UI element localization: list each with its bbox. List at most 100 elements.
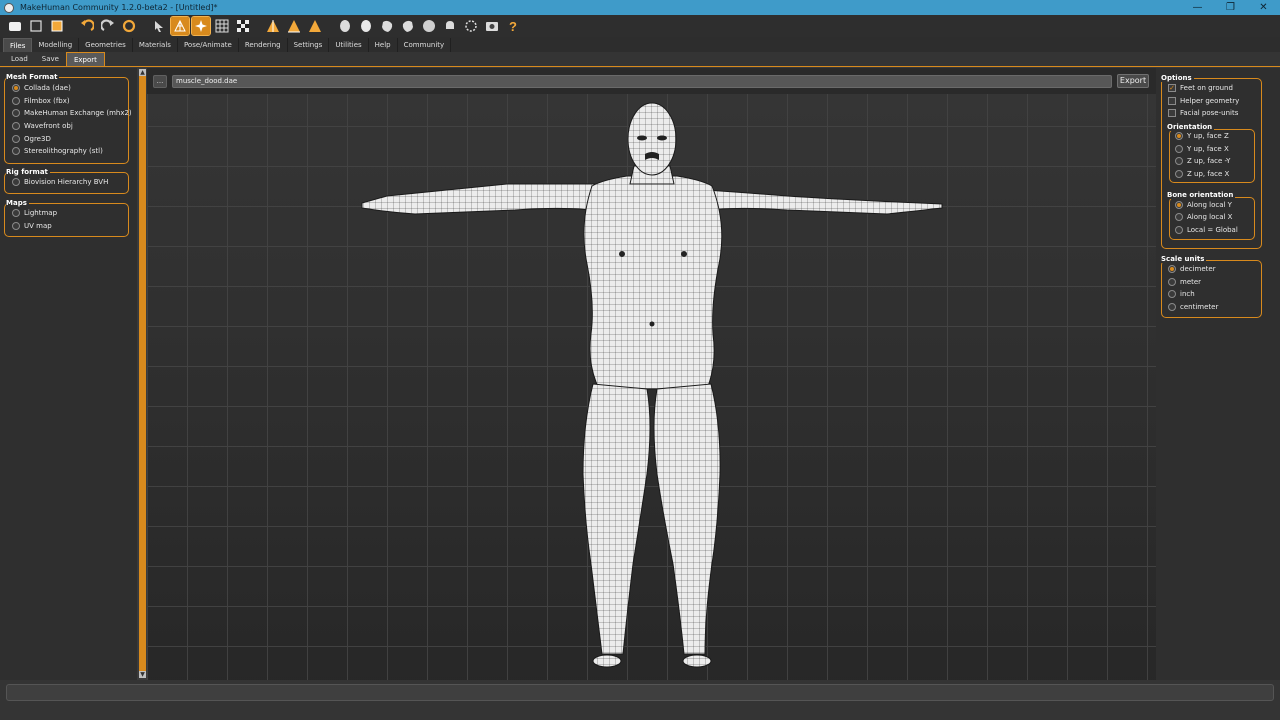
focus-camera-icon[interactable] [462,17,480,35]
radio-indicator[interactable] [1175,157,1183,165]
tab-modelling[interactable]: Modelling [32,38,80,52]
undo-icon[interactable] [78,17,96,35]
checkbox-facial-pose-units[interactable]: Facial pose-units [1168,109,1238,117]
side-view-icon[interactable] [285,17,303,35]
radio-indicator[interactable] [12,135,20,143]
front-view-icon[interactable] [264,17,282,35]
main-toolbar: ? [0,15,1280,37]
3d-viewport[interactable] [147,94,1156,680]
reset-camera-icon[interactable] [441,17,459,35]
head-top-icon[interactable] [420,17,438,35]
radio-stl[interactable]: Stereolithography (stl) [12,147,103,155]
head-left-icon[interactable] [378,17,396,35]
radio-indicator[interactable] [1175,145,1183,153]
wireframe-icon[interactable] [170,16,190,36]
radio-centimeter[interactable]: centimeter [1168,303,1218,311]
radio-bvh[interactable]: Biovision Hierarchy BVH [12,178,108,186]
radio-indicator[interactable] [12,147,20,155]
screenshot-icon[interactable] [483,17,501,35]
maximize-button[interactable]: ❐ [1214,0,1247,15]
radio-indicator[interactable] [1168,278,1176,286]
head-front-icon[interactable] [336,17,354,35]
scroll-down-arrow-icon[interactable]: ▼ [139,671,146,678]
checkbox-indicator[interactable] [1168,109,1176,117]
radio-indicator[interactable] [12,109,20,117]
grid-icon[interactable] [213,17,231,35]
radio-wavefront[interactable]: Wavefront obj [12,122,73,130]
radio-uv-map[interactable]: UV map [12,222,52,230]
radio-indicator[interactable] [1168,265,1176,273]
option-label: Ogre3D [24,135,51,143]
redo-icon[interactable] [99,17,117,35]
mesh-format-title: Mesh Format [6,73,60,81]
filename-input[interactable]: muscle_dood.dae [172,75,1112,88]
radio-indicator[interactable] [12,97,20,105]
radio-z-up-face-neg-y[interactable]: Z up, face -Y [1175,157,1230,165]
tab-settings[interactable]: Settings [288,38,330,52]
option-label: centimeter [1180,303,1219,311]
checker-icon[interactable] [234,17,252,35]
radio-collada[interactable]: Collada (dae) [12,84,71,92]
top-view-icon[interactable] [306,17,324,35]
head-back-icon[interactable] [357,17,375,35]
minimize-button[interactable]: — [1181,0,1214,15]
radio-y-up-face-z[interactable]: Y up, face Z [1175,132,1229,140]
export-button[interactable]: Export [1117,74,1149,88]
radio-mhx2[interactable]: MakeHuman Exchange (mhx2) [12,109,132,117]
head-right-icon[interactable] [399,17,417,35]
radio-inch[interactable]: inch [1168,290,1195,298]
new-file-icon[interactable] [27,17,45,35]
subtab-load[interactable]: Load [4,52,35,66]
radio-indicator[interactable] [1175,132,1183,140]
checkbox-feet-on-ground[interactable]: ✓ Feet on ground [1168,84,1233,92]
pose-cursor-icon[interactable] [150,17,168,35]
radio-indicator[interactable] [12,178,20,186]
export-file-bar: ... muscle_dood.dae Export [147,68,1156,94]
export-file-icon[interactable] [48,17,66,35]
radio-indicator[interactable] [1168,290,1176,298]
radio-indicator[interactable] [12,122,20,130]
save-file-icon[interactable] [6,17,24,35]
radio-decimeter[interactable]: decimeter [1168,265,1216,273]
checkmark-icon[interactable]: ✓ [1168,84,1176,92]
tab-materials[interactable]: Materials [133,38,178,52]
radio-y-up-face-x[interactable]: Y up, face X [1175,145,1229,153]
tab-pose-animate[interactable]: Pose/Animate [178,38,239,52]
smooth-icon[interactable] [191,16,211,36]
radio-indicator[interactable] [12,209,20,217]
tab-rendering[interactable]: Rendering [239,38,288,52]
radio-indicator[interactable] [1175,226,1183,234]
option-label: Y up, face X [1187,145,1229,153]
radio-filmbox[interactable]: Filmbox (fbx) [12,97,70,105]
browse-button[interactable]: ... [153,75,167,88]
subtab-save[interactable]: Save [35,52,66,66]
radio-indicator[interactable] [1175,213,1183,221]
tab-help[interactable]: Help [369,38,398,52]
checkbox-helper-geometry[interactable]: Helper geometry [1168,97,1239,105]
title-bar: MakeHuman Community 1.2.0-beta2 - [Untit… [0,0,1280,15]
help-icon[interactable]: ? [504,17,522,35]
radio-ogre3d[interactable]: Ogre3D [12,135,51,143]
radio-indicator[interactable] [1168,303,1176,311]
radio-along-local-x[interactable]: Along local X [1175,213,1232,221]
radio-local-global[interactable]: Local = Global [1175,226,1238,234]
radio-along-local-y[interactable]: Along local Y [1175,201,1232,209]
radio-indicator[interactable] [12,84,20,92]
subtab-export[interactable]: Export [65,52,105,66]
scroll-up-arrow-icon[interactable]: ▲ [139,69,146,76]
option-label: MakeHuman Exchange (mhx2) [24,109,132,117]
tab-utilities[interactable]: Utilities [329,38,369,52]
reset-icon[interactable] [120,17,138,35]
close-button[interactable]: ✕ [1247,0,1280,15]
checkbox-indicator[interactable] [1168,97,1176,105]
tab-community[interactable]: Community [398,38,452,52]
tab-geometries[interactable]: Geometries [79,38,133,52]
radio-indicator[interactable] [1175,201,1183,209]
radio-indicator[interactable] [1175,170,1183,178]
left-panel-scrollbar[interactable]: ▲ ▼ [139,69,146,678]
radio-meter[interactable]: meter [1168,278,1201,286]
radio-z-up-face-x[interactable]: Z up, face X [1175,170,1229,178]
tab-files[interactable]: Files [3,38,33,52]
radio-indicator[interactable] [12,222,20,230]
radio-lightmap[interactable]: Lightmap [12,209,57,217]
